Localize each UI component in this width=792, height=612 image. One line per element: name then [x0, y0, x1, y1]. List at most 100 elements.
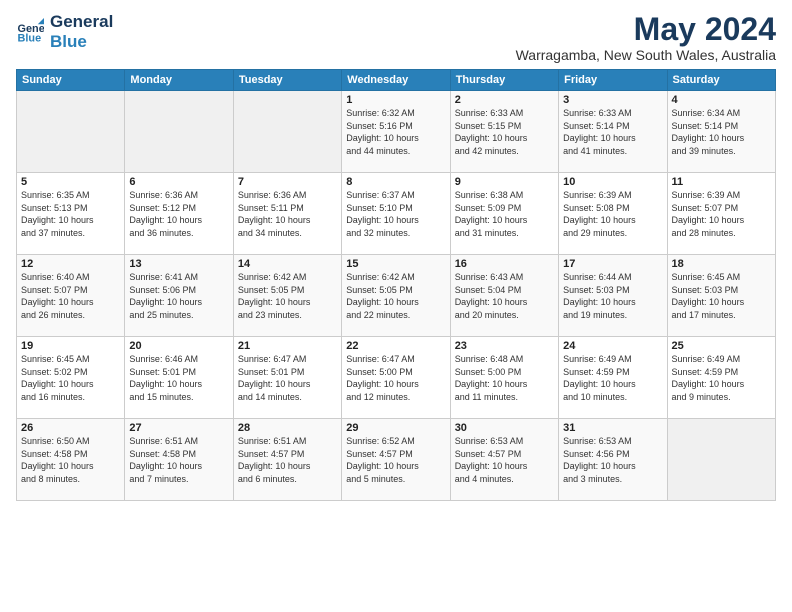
day-info: Sunrise: 6:33 AMSunset: 5:15 PMDaylight:… — [455, 107, 554, 157]
day-info: Sunrise: 6:44 AMSunset: 5:03 PMDaylight:… — [563, 271, 662, 321]
day-number: 21 — [238, 340, 337, 352]
location: Warragamba, New South Wales, Australia — [516, 47, 776, 63]
day-number: 24 — [563, 340, 662, 352]
day-info: Sunrise: 6:36 AMSunset: 5:11 PMDaylight:… — [238, 189, 337, 239]
cell-week3-day3: 14Sunrise: 6:42 AMSunset: 5:05 PMDayligh… — [233, 255, 341, 337]
svg-text:Blue: Blue — [18, 32, 42, 44]
day-info: Sunrise: 6:43 AMSunset: 5:04 PMDaylight:… — [455, 271, 554, 321]
day-number: 11 — [672, 176, 771, 188]
day-info: Sunrise: 6:36 AMSunset: 5:12 PMDaylight:… — [129, 189, 228, 239]
cell-week2-day1: 5Sunrise: 6:35 AMSunset: 5:13 PMDaylight… — [17, 173, 125, 255]
header: General Blue General Blue May 2024 Warra… — [16, 12, 776, 63]
day-number: 18 — [672, 258, 771, 270]
logo-general: General — [50, 12, 113, 32]
day-number: 19 — [21, 340, 120, 352]
week-row-4: 19Sunrise: 6:45 AMSunset: 5:02 PMDayligh… — [17, 337, 776, 419]
cell-week4-day6: 24Sunrise: 6:49 AMSunset: 4:59 PMDayligh… — [559, 337, 667, 419]
cell-week4-day1: 19Sunrise: 6:45 AMSunset: 5:02 PMDayligh… — [17, 337, 125, 419]
week-row-5: 26Sunrise: 6:50 AMSunset: 4:58 PMDayligh… — [17, 419, 776, 501]
day-info: Sunrise: 6:32 AMSunset: 5:16 PMDaylight:… — [346, 107, 445, 157]
day-info: Sunrise: 6:37 AMSunset: 5:10 PMDaylight:… — [346, 189, 445, 239]
day-info: Sunrise: 6:53 AMSunset: 4:56 PMDaylight:… — [563, 435, 662, 485]
day-number: 29 — [346, 422, 445, 434]
day-info: Sunrise: 6:38 AMSunset: 5:09 PMDaylight:… — [455, 189, 554, 239]
day-info: Sunrise: 6:52 AMSunset: 4:57 PMDaylight:… — [346, 435, 445, 485]
day-info: Sunrise: 6:41 AMSunset: 5:06 PMDaylight:… — [129, 271, 228, 321]
cell-week2-day4: 8Sunrise: 6:37 AMSunset: 5:10 PMDaylight… — [342, 173, 450, 255]
cell-week5-day2: 27Sunrise: 6:51 AMSunset: 4:58 PMDayligh… — [125, 419, 233, 501]
day-number: 6 — [129, 176, 228, 188]
cell-week4-day2: 20Sunrise: 6:46 AMSunset: 5:01 PMDayligh… — [125, 337, 233, 419]
day-info: Sunrise: 6:46 AMSunset: 5:01 PMDaylight:… — [129, 353, 228, 403]
day-info: Sunrise: 6:51 AMSunset: 4:57 PMDaylight:… — [238, 435, 337, 485]
cell-week5-day7 — [667, 419, 775, 501]
day-number: 23 — [455, 340, 554, 352]
day-number: 25 — [672, 340, 771, 352]
day-number: 30 — [455, 422, 554, 434]
cell-week3-day2: 13Sunrise: 6:41 AMSunset: 5:06 PMDayligh… — [125, 255, 233, 337]
day-info: Sunrise: 6:42 AMSunset: 5:05 PMDaylight:… — [346, 271, 445, 321]
day-info: Sunrise: 6:45 AMSunset: 5:02 PMDaylight:… — [21, 353, 120, 403]
day-number: 5 — [21, 176, 120, 188]
day-info: Sunrise: 6:39 AMSunset: 5:08 PMDaylight:… — [563, 189, 662, 239]
day-number: 22 — [346, 340, 445, 352]
cell-week4-day3: 21Sunrise: 6:47 AMSunset: 5:01 PMDayligh… — [233, 337, 341, 419]
day-number: 26 — [21, 422, 120, 434]
cell-week1-day1 — [17, 91, 125, 173]
day-info: Sunrise: 6:39 AMSunset: 5:07 PMDaylight:… — [672, 189, 771, 239]
cell-week2-day7: 11Sunrise: 6:39 AMSunset: 5:07 PMDayligh… — [667, 173, 775, 255]
day-number: 3 — [563, 94, 662, 106]
cell-week1-day6: 3Sunrise: 6:33 AMSunset: 5:14 PMDaylight… — [559, 91, 667, 173]
cell-week3-day4: 15Sunrise: 6:42 AMSunset: 5:05 PMDayligh… — [342, 255, 450, 337]
cell-week5-day1: 26Sunrise: 6:50 AMSunset: 4:58 PMDayligh… — [17, 419, 125, 501]
day-info: Sunrise: 6:53 AMSunset: 4:57 PMDaylight:… — [455, 435, 554, 485]
calendar-page: General Blue General Blue May 2024 Warra… — [0, 0, 792, 612]
cell-week3-day7: 18Sunrise: 6:45 AMSunset: 5:03 PMDayligh… — [667, 255, 775, 337]
day-info: Sunrise: 6:49 AMSunset: 4:59 PMDaylight:… — [672, 353, 771, 403]
day-number: 9 — [455, 176, 554, 188]
day-number: 15 — [346, 258, 445, 270]
week-row-1: 1Sunrise: 6:32 AMSunset: 5:16 PMDaylight… — [17, 91, 776, 173]
cell-week1-day5: 2Sunrise: 6:33 AMSunset: 5:15 PMDaylight… — [450, 91, 558, 173]
day-info: Sunrise: 6:35 AMSunset: 5:13 PMDaylight:… — [21, 189, 120, 239]
title-section: May 2024 Warragamba, New South Wales, Au… — [516, 12, 776, 63]
day-info: Sunrise: 6:47 AMSunset: 5:01 PMDaylight:… — [238, 353, 337, 403]
logo: General Blue General Blue — [16, 12, 113, 51]
calendar-table: Sunday Monday Tuesday Wednesday Thursday… — [16, 69, 776, 501]
cell-week4-day5: 23Sunrise: 6:48 AMSunset: 5:00 PMDayligh… — [450, 337, 558, 419]
day-info: Sunrise: 6:49 AMSunset: 4:59 PMDaylight:… — [563, 353, 662, 403]
cell-week3-day1: 12Sunrise: 6:40 AMSunset: 5:07 PMDayligh… — [17, 255, 125, 337]
day-number: 10 — [563, 176, 662, 188]
day-number: 13 — [129, 258, 228, 270]
logo-blue: Blue — [50, 32, 113, 52]
week-row-3: 12Sunrise: 6:40 AMSunset: 5:07 PMDayligh… — [17, 255, 776, 337]
day-number: 1 — [346, 94, 445, 106]
col-friday: Friday — [559, 70, 667, 91]
day-number: 2 — [455, 94, 554, 106]
day-number: 8 — [346, 176, 445, 188]
day-info: Sunrise: 6:42 AMSunset: 5:05 PMDaylight:… — [238, 271, 337, 321]
cell-week5-day4: 29Sunrise: 6:52 AMSunset: 4:57 PMDayligh… — [342, 419, 450, 501]
cell-week5-day5: 30Sunrise: 6:53 AMSunset: 4:57 PMDayligh… — [450, 419, 558, 501]
day-number: 28 — [238, 422, 337, 434]
day-number: 14 — [238, 258, 337, 270]
col-tuesday: Tuesday — [233, 70, 341, 91]
day-number: 27 — [129, 422, 228, 434]
header-row: Sunday Monday Tuesday Wednesday Thursday… — [17, 70, 776, 91]
day-info: Sunrise: 6:33 AMSunset: 5:14 PMDaylight:… — [563, 107, 662, 157]
day-number: 7 — [238, 176, 337, 188]
day-number: 4 — [672, 94, 771, 106]
cell-week1-day4: 1Sunrise: 6:32 AMSunset: 5:16 PMDaylight… — [342, 91, 450, 173]
day-number: 17 — [563, 258, 662, 270]
cell-week4-day4: 22Sunrise: 6:47 AMSunset: 5:00 PMDayligh… — [342, 337, 450, 419]
week-row-2: 5Sunrise: 6:35 AMSunset: 5:13 PMDaylight… — [17, 173, 776, 255]
cell-week4-day7: 25Sunrise: 6:49 AMSunset: 4:59 PMDayligh… — [667, 337, 775, 419]
day-number: 20 — [129, 340, 228, 352]
cell-week3-day5: 16Sunrise: 6:43 AMSunset: 5:04 PMDayligh… — [450, 255, 558, 337]
month-title: May 2024 — [516, 12, 776, 47]
day-info: Sunrise: 6:48 AMSunset: 5:00 PMDaylight:… — [455, 353, 554, 403]
day-number: 12 — [21, 258, 120, 270]
col-sunday: Sunday — [17, 70, 125, 91]
cell-week2-day2: 6Sunrise: 6:36 AMSunset: 5:12 PMDaylight… — [125, 173, 233, 255]
day-info: Sunrise: 6:50 AMSunset: 4:58 PMDaylight:… — [21, 435, 120, 485]
